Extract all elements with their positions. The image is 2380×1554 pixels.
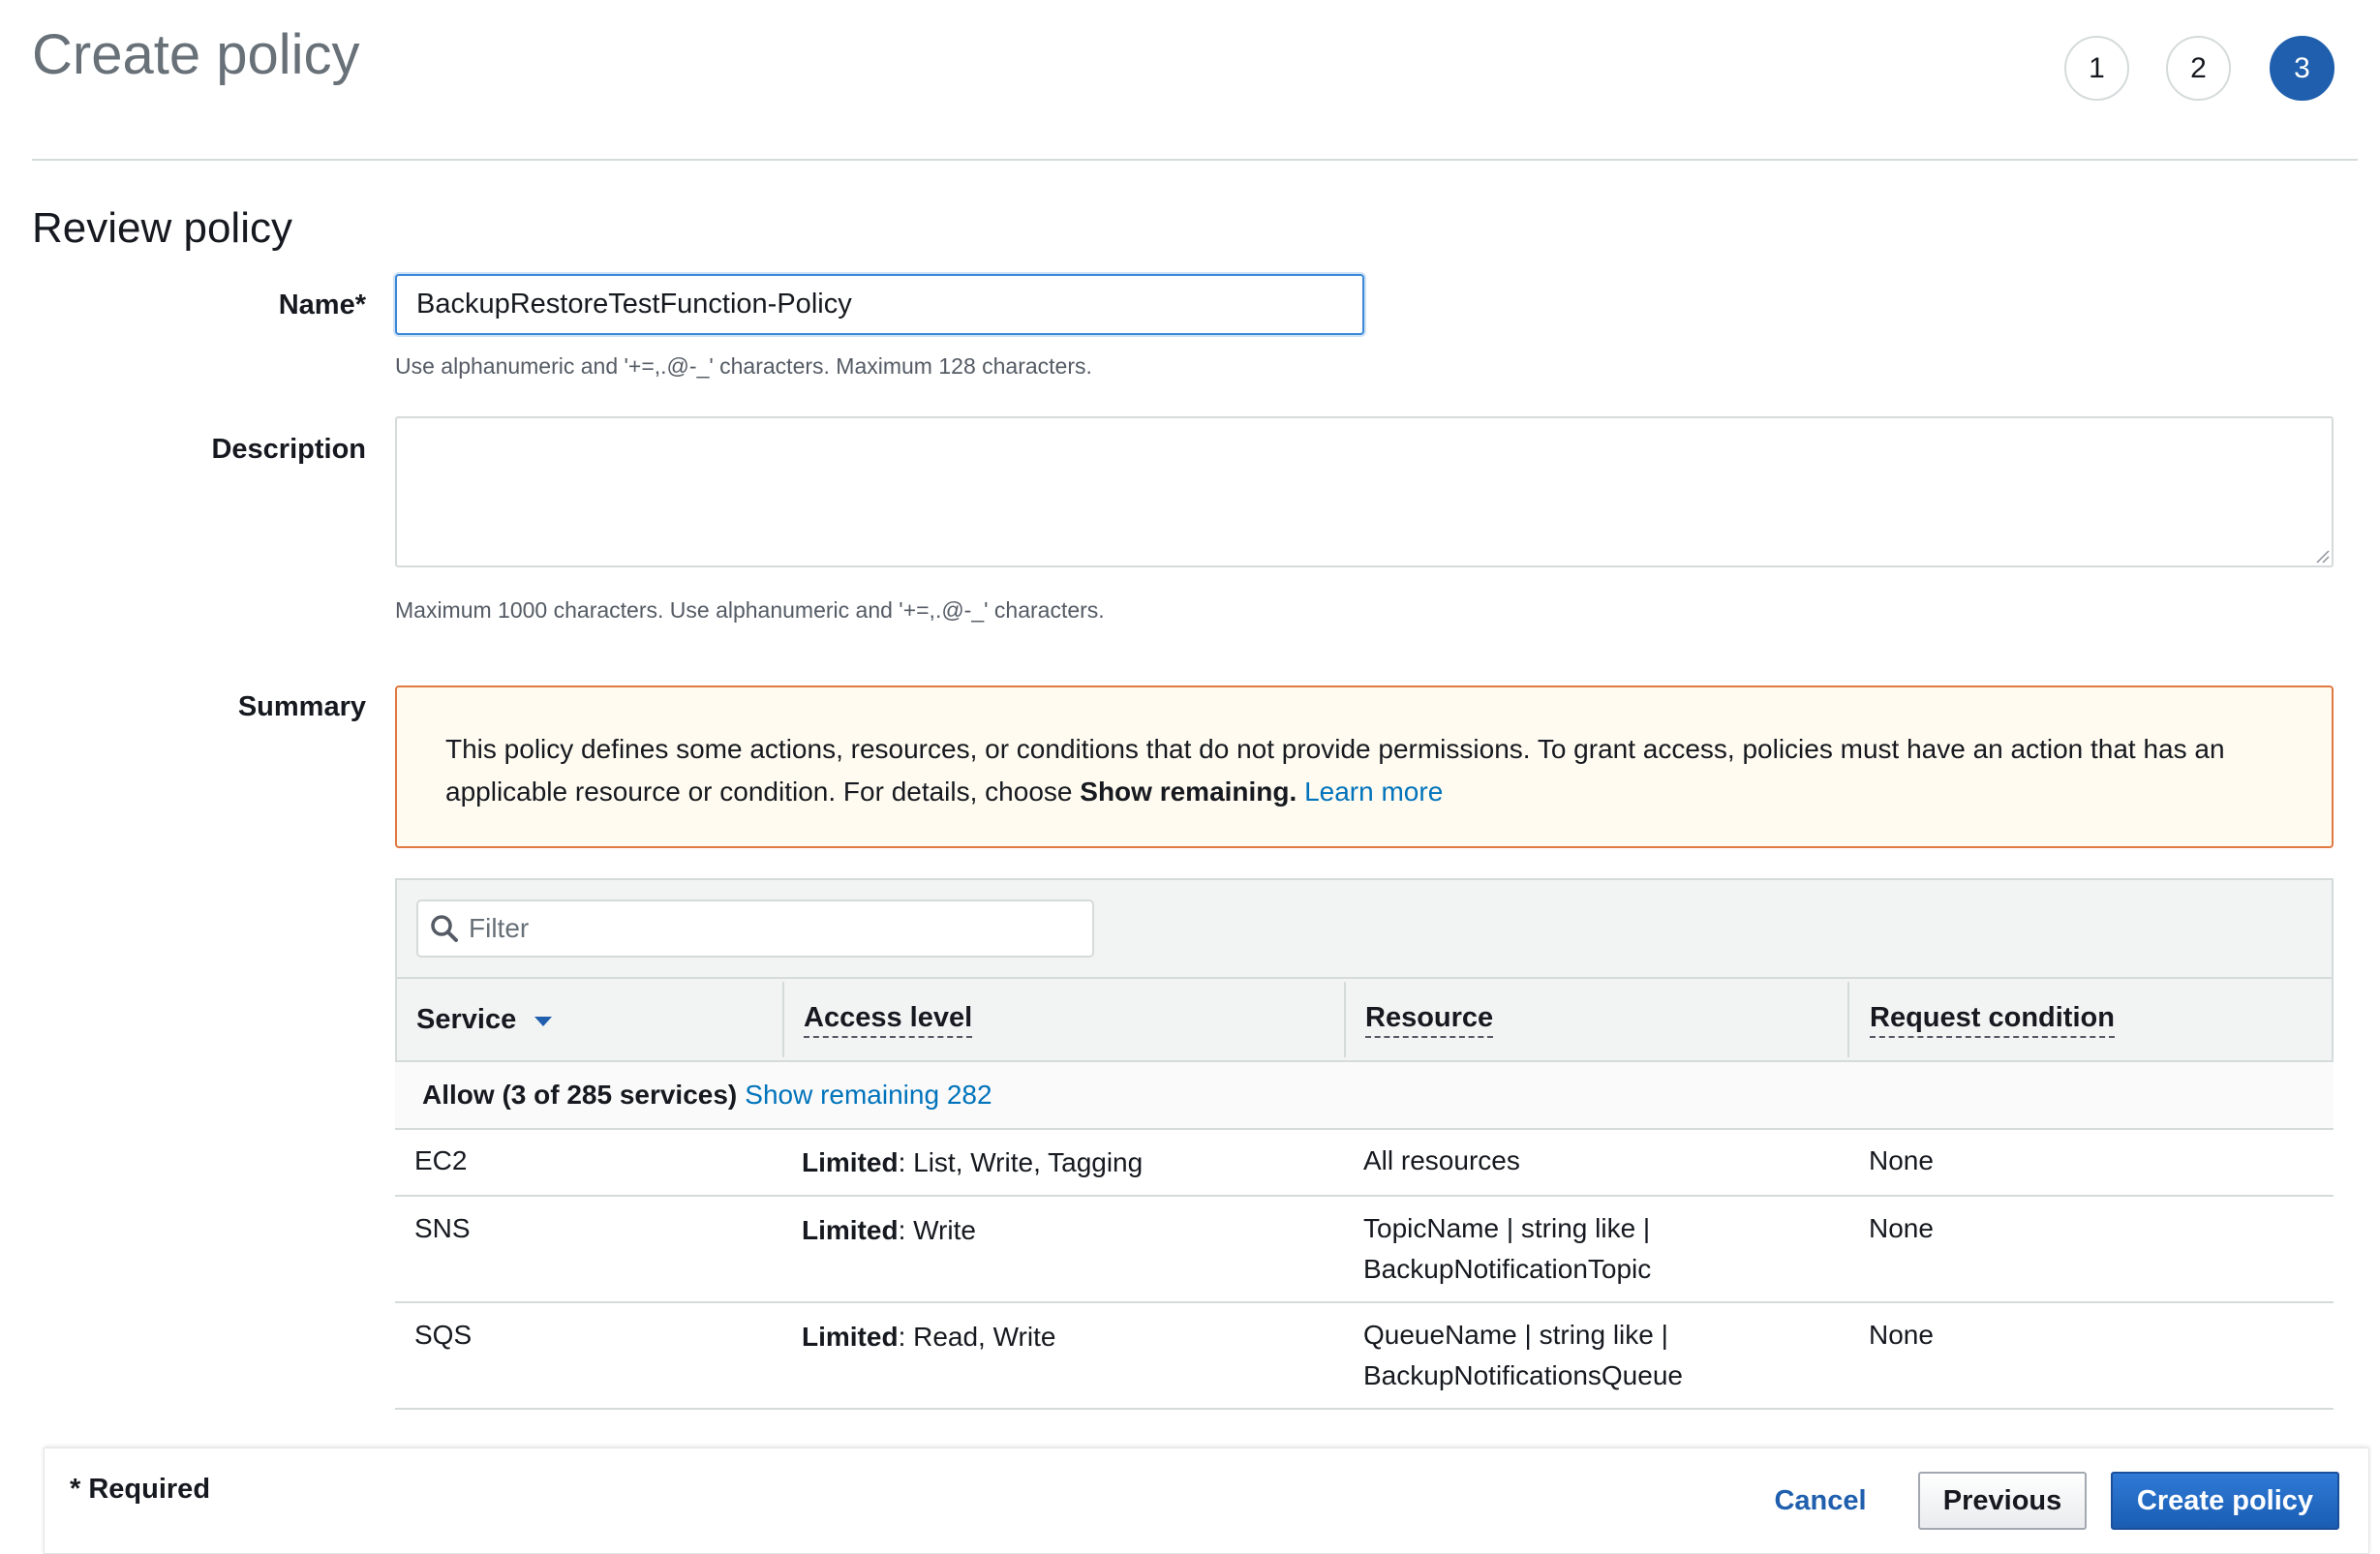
group-label: Allow (3 of 285 services) — [422, 1080, 738, 1110]
service-link-sns[interactable]: SNS — [414, 1208, 471, 1249]
service-link-sqs[interactable]: SQS — [414, 1315, 472, 1356]
row-divider — [395, 1408, 2334, 1410]
service-link-ec2[interactable]: EC2 — [414, 1141, 467, 1181]
create-policy-button[interactable]: Create policy — [2111, 1472, 2339, 1530]
step-3[interactable]: 3 — [2270, 36, 2334, 101]
allow-group-row: Allow (3 of 285 services) Show remaining… — [395, 1062, 2334, 1130]
resize-grip-icon[interactable] — [2314, 548, 2330, 564]
step-2[interactable]: 2 — [2166, 36, 2231, 101]
description-hint: Maximum 1000 characters. Use alphanumeri… — [395, 597, 1105, 623]
column-header-request-condition[interactable]: Request condition — [1870, 977, 2115, 1062]
section-title: Review policy — [32, 204, 292, 252]
header-divider — [32, 159, 2358, 161]
column-header-label: Request condition — [1870, 1002, 2115, 1038]
column-header-access-level[interactable]: Access level — [804, 977, 973, 1062]
column-header-resource[interactable]: Resource — [1365, 977, 1494, 1062]
page-title: Create policy — [32, 23, 360, 86]
policy-name-input[interactable] — [395, 274, 1364, 335]
learn-more-link[interactable]: Learn more — [1304, 777, 1443, 807]
access-level-cell: Limited: List, Write, Tagging — [802, 1147, 1144, 1177]
condition-cell: None — [1869, 1213, 1934, 1243]
name-hint: Use alphanumeric and '+=,.@-_' character… — [395, 353, 1092, 379]
row-divider — [395, 1195, 2334, 1197]
column-separator — [1847, 982, 1849, 1057]
condition-cell: None — [1869, 1320, 1934, 1350]
caret-down-icon[interactable] — [534, 1016, 553, 1027]
access-level-cell: Limited: Read, Write — [802, 1322, 1056, 1352]
previous-button[interactable]: Previous — [1918, 1472, 2087, 1530]
alert-bold: Show remaining. — [1080, 777, 1297, 807]
condition-cell: None — [1869, 1145, 1934, 1175]
column-header-service[interactable]: Service — [416, 977, 553, 1062]
column-header-label: Access level — [804, 1002, 973, 1038]
show-remaining-link[interactable]: Show remaining 282 — [745, 1080, 992, 1111]
warning-alert: This policy defines some actions, resour… — [395, 686, 2334, 848]
step-1[interactable]: 1 — [2064, 36, 2129, 101]
column-separator — [1344, 982, 1346, 1057]
column-header-label: Service — [416, 1003, 517, 1035]
summary-label: Summary — [237, 691, 366, 722]
column-separator — [782, 982, 784, 1057]
search-icon — [431, 915, 458, 942]
row-divider — [395, 1301, 2334, 1303]
name-label: Name* — [278, 289, 366, 320]
cancel-button[interactable]: Cancel — [1753, 1472, 1888, 1530]
resource-cell: TopicName | string like | BackupNotifica… — [1363, 1213, 1652, 1284]
description-textarea[interactable] — [395, 416, 2334, 567]
description-label: Description — [211, 434, 366, 465]
required-note: * Required — [70, 1474, 211, 1505]
access-level-cell: Limited: Write — [802, 1215, 976, 1245]
resource-cell: All resources — [1363, 1145, 1520, 1175]
resource-cell: QueueName | string like | BackupNotifica… — [1363, 1320, 1683, 1390]
column-header-label: Resource — [1365, 1002, 1494, 1038]
filter-input[interactable] — [416, 899, 1094, 958]
